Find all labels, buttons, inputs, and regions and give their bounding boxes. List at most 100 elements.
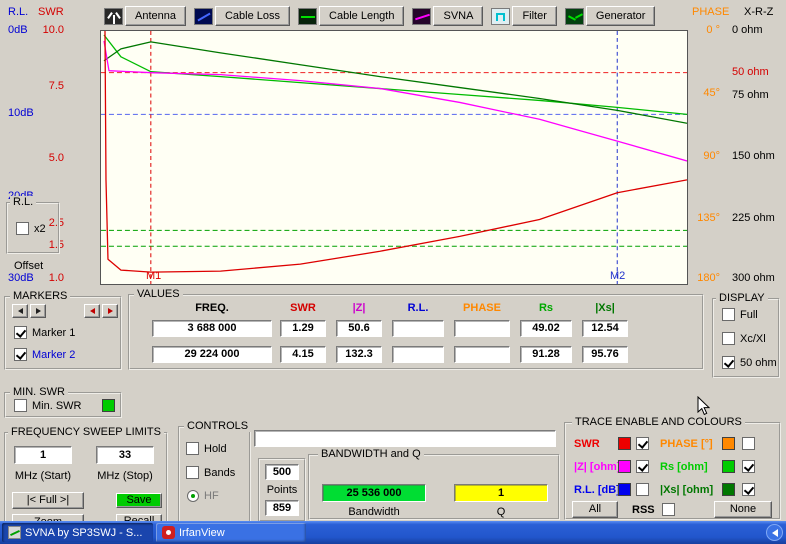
bandwidth-panel-title: BANDWIDTH and Q xyxy=(318,448,424,460)
task-label: IrfanView xyxy=(179,527,225,539)
header-swr: SWR xyxy=(280,302,326,314)
rl-panel: x2 xyxy=(6,202,60,254)
save-button[interactable]: Save xyxy=(116,493,162,508)
trace-swatch-phase[interactable] xyxy=(722,437,735,450)
marker2-left-arrow-button[interactable] xyxy=(84,304,100,318)
min-swr-checkbox[interactable] xyxy=(14,399,27,412)
taskbar-task-svna[interactable]: SVNA by SP3SWJ - S... xyxy=(2,523,153,542)
no-traces-button[interactable]: None xyxy=(714,501,772,518)
header-rl: R.L. xyxy=(392,302,444,314)
marker1-label-text: Marker 1 xyxy=(32,327,75,339)
hf-radio[interactable] xyxy=(187,490,199,502)
toolbar-item-cable-loss: Cable Loss xyxy=(194,6,290,26)
task-label: SVNA by SP3SWJ - S... xyxy=(25,527,142,539)
taskbar-chevron-button[interactable] xyxy=(766,524,783,541)
controls-panel-title: CONTROLS xyxy=(184,420,251,432)
m1-z-value: 50.6 xyxy=(336,320,382,337)
cable-length-icon[interactable] xyxy=(298,8,317,25)
x2-checkbox[interactable] xyxy=(16,222,29,235)
q-value: 1 xyxy=(454,484,548,502)
cable-loss-button[interactable]: Cable Loss xyxy=(215,6,290,26)
points-panel: Points xyxy=(258,458,306,522)
marker2-right-arrow-button[interactable] xyxy=(102,304,118,318)
trace-label-rs: Rs [ohm] xyxy=(660,461,718,473)
trace-checkbox-phase[interactable] xyxy=(742,437,755,450)
antenna-button[interactable]: Antenna xyxy=(125,6,186,26)
trace-panel: SWR |Z| [ohm] R.L. [dB] PHASE [°] Rs [oh… xyxy=(564,422,781,520)
toolbar-item-filter: Filter xyxy=(491,6,556,26)
taskbar-task-irfanview[interactable]: IrfanView xyxy=(156,523,306,542)
trace-swatch-rs[interactable] xyxy=(722,460,735,473)
header-freq: FREQ. xyxy=(152,302,272,314)
cable-loss-icon[interactable] xyxy=(194,8,213,25)
svna-icon[interactable] xyxy=(412,8,431,25)
display-50ohm-checkbox[interactable] xyxy=(722,356,735,369)
filter-icon[interactable] xyxy=(491,8,510,25)
marker2-checkbox[interactable] xyxy=(14,348,27,361)
svna-app-icon xyxy=(8,526,21,539)
phase-axis-title: PHASE xyxy=(692,6,729,18)
all-traces-button[interactable]: All xyxy=(572,501,618,518)
toolbar-item-svna: SVNA xyxy=(412,6,483,26)
trace-swatch-xs[interactable] xyxy=(722,483,735,496)
start-frequency-input[interactable] xyxy=(14,446,72,464)
trace-panel-title: TRACE ENABLE AND COLOURS xyxy=(572,416,745,428)
trace-checkbox-rs[interactable] xyxy=(742,460,755,473)
trace-label-rl: R.L. [dB] xyxy=(574,484,616,496)
stop-frequency-input[interactable] xyxy=(96,446,154,464)
full-span-button[interactable]: |< Full >| xyxy=(12,492,84,509)
display-full-checkbox[interactable] xyxy=(722,308,735,321)
generator-icon[interactable] xyxy=(565,8,584,25)
trace-checkbox-rl[interactable] xyxy=(636,483,649,496)
swr-tick: 7.5 xyxy=(38,80,64,92)
ohm-tick-50: 50 ohm xyxy=(732,66,769,78)
m2-freq-value: 29 224 000 xyxy=(152,346,272,363)
markers-panel: Marker 1 Marker 2 xyxy=(4,296,122,370)
bandwidth-label: Bandwidth xyxy=(322,506,426,518)
marker1-right-arrow-button[interactable] xyxy=(30,304,46,318)
phase-tick: 0 ° xyxy=(694,24,720,36)
header-phase: PHASE xyxy=(454,302,510,314)
trace-toolbar: Antenna Cable Loss Cable Length SVNA Fil… xyxy=(104,6,655,26)
chart-svg xyxy=(101,31,687,284)
trace-checkbox-z[interactable] xyxy=(636,460,649,473)
m1-phase-value xyxy=(454,320,510,337)
irfanview-app-icon xyxy=(162,526,175,539)
entry-input[interactable] xyxy=(254,430,556,447)
rs-trace xyxy=(104,35,687,114)
rl-axis-title: R.L. xyxy=(8,6,28,18)
xs-trace xyxy=(104,42,687,123)
hold-checkbox[interactable] xyxy=(186,442,199,455)
generator-button[interactable]: Generator xyxy=(586,6,656,26)
trace-swatch-rl[interactable] xyxy=(618,483,631,496)
ohm-tick: 225 ohm xyxy=(732,212,775,224)
ohm-tick: 150 ohm xyxy=(732,150,775,162)
display-xcxl-checkbox[interactable] xyxy=(722,332,735,345)
antenna-icon[interactable] xyxy=(104,8,123,25)
marker1-checkbox[interactable] xyxy=(14,326,27,339)
phase-tick: 180° xyxy=(694,272,720,284)
filter-button[interactable]: Filter xyxy=(512,6,556,26)
marker1-left-arrow-button[interactable] xyxy=(12,304,28,318)
trace-checkbox-swr[interactable] xyxy=(636,437,649,450)
phase-tick: 135° xyxy=(694,212,720,224)
trace-swatch-swr[interactable] xyxy=(618,437,631,450)
min-swr-panel-title: MIN. SWR xyxy=(10,386,68,398)
points-alt-input[interactable] xyxy=(265,500,299,516)
m2-rs-value: 91.28 xyxy=(520,346,572,363)
trace-label-swr: SWR xyxy=(574,438,616,450)
trace-checkbox-xs[interactable] xyxy=(742,483,755,496)
bands-checkbox[interactable] xyxy=(186,466,199,479)
chevron-left-icon xyxy=(772,529,778,537)
offset-label: Offset xyxy=(14,260,43,272)
cable-length-button[interactable]: Cable Length xyxy=(319,6,404,26)
svna-button[interactable]: SVNA xyxy=(433,6,483,26)
q-label: Q xyxy=(454,506,548,518)
points-input[interactable] xyxy=(265,464,299,480)
x2-label: x2 xyxy=(34,223,46,235)
rss-label: RSS xyxy=(632,504,655,516)
swr-trace xyxy=(105,31,687,272)
trace-swatch-z[interactable] xyxy=(618,460,631,473)
rss-checkbox[interactable] xyxy=(662,503,675,516)
ohm-tick: 300 ohm xyxy=(732,272,775,284)
